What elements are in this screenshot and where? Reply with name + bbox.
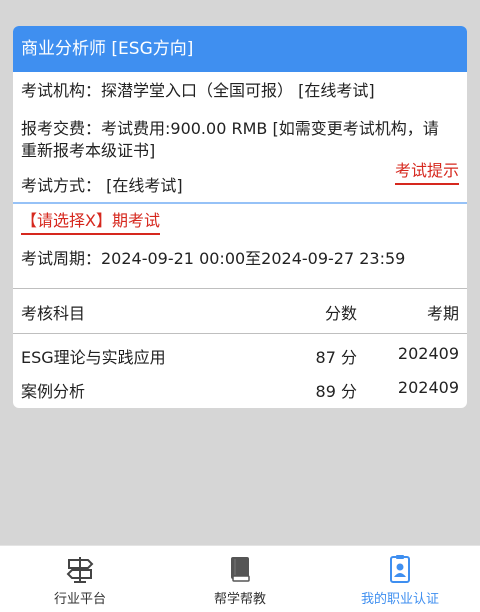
header-score: 分数: [324, 304, 357, 323]
tab-label: 我的职业认证: [360, 592, 439, 607]
certificate-icon: [390, 555, 410, 583]
tab-label: 行业平台: [53, 592, 106, 607]
exam-period: 考试周期：2024-09-21 00:00至2024-09-27 23:59: [21, 249, 406, 268]
row-subject: 案例分析: [21, 382, 86, 401]
exam-institution: 考试机构：探潜学堂入口（全国可报） [在线考试]: [21, 81, 375, 100]
table-body: ESG理论与实践应用 87 分 202409 案例分析 89 分 202409: [13, 334, 467, 406]
certificate-card: 商业分析师 [ESG方向] 考试机构：探潜学堂入口（全国可报） [在线考试] 报…: [13, 26, 467, 408]
exam-info-section: 考试机构：探潜学堂入口（全国可报） [在线考试] 报考交费：考试费用:900.0…: [13, 72, 467, 202]
tab-my-certification[interactable]: 我的职业认证: [320, 546, 480, 612]
exam-fee: 报考交费：考试费用:900.00 RMB [如需变更考试机构，请重新报考本级证书…: [21, 119, 439, 160]
row-period: 202409: [397, 344, 459, 363]
tab-label: 帮学帮教: [213, 592, 266, 607]
signpost-icon: [66, 557, 94, 583]
exam-tip-link[interactable]: 考试提示: [394, 160, 459, 185]
row-score: 87 分: [315, 348, 357, 367]
tab-industry-platform[interactable]: 行业平台: [0, 546, 160, 612]
book-icon: [231, 557, 250, 582]
bottom-tab-bar: 行业平台 帮学帮教 我的职业认证: [0, 545, 480, 612]
tab-learning-help[interactable]: 帮学帮教: [160, 546, 320, 612]
table-header: 考核科目 分数 考期: [13, 289, 467, 333]
exam-period-section: 【请选择X】期考试 考试周期：2024-09-21 00:00至2024-09-…: [13, 204, 467, 288]
header-subject: 考核科目: [21, 304, 86, 323]
exam-method: 考试方式： [在线考试]: [21, 176, 183, 195]
header-period: 考期: [426, 304, 459, 323]
row-score: 89 分: [315, 382, 357, 401]
row-period: 202409: [397, 378, 459, 397]
table-row: 案例分析 89 分 202409: [13, 372, 467, 406]
card-title: 商业分析师 [ESG方向]: [13, 26, 467, 72]
table-row: ESG理论与实践应用 87 分 202409: [13, 338, 467, 372]
select-period-link[interactable]: 【请选择X】期考试: [21, 210, 160, 235]
row-subject: ESG理论与实践应用: [21, 348, 166, 367]
